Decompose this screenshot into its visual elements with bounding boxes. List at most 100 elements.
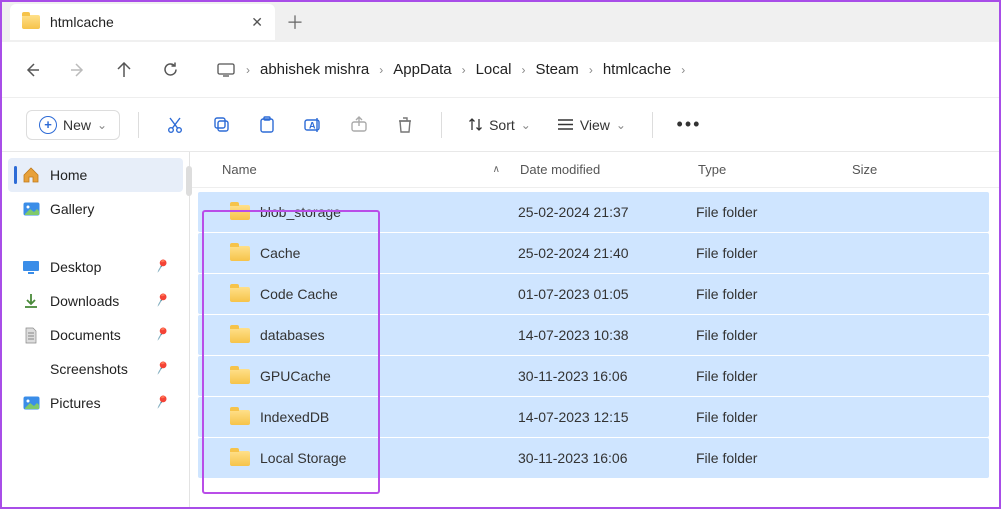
row-type: File folder [696, 286, 850, 302]
up-button[interactable] [114, 60, 134, 80]
new-tab-button[interactable]: ＋ [275, 9, 315, 35]
chevron-right-icon: › [681, 63, 685, 77]
cut-button[interactable] [157, 108, 193, 142]
share-button[interactable] [341, 108, 377, 142]
sidebar-item-label: Pictures [50, 395, 101, 411]
download-icon [22, 292, 40, 310]
row-type: File folder [696, 409, 850, 425]
folder-icon [230, 205, 250, 220]
pin-icon: 📍 [150, 324, 172, 346]
folder-icon [230, 287, 250, 302]
row-type: File folder [696, 368, 850, 384]
new-button[interactable]: + New ⌄ [26, 110, 120, 140]
row-type: File folder [696, 327, 850, 343]
sidebar-item-gallery[interactable]: Gallery [8, 192, 183, 226]
sidebar-item-home[interactable]: Home [8, 158, 183, 192]
crumb-4[interactable]: htmlcache [603, 61, 671, 78]
home-icon [22, 166, 40, 184]
row-date: 14-07-2023 12:15 [518, 409, 696, 425]
more-button[interactable]: ••• [671, 108, 707, 142]
document-icon [22, 326, 40, 344]
sidebar-resize-handle[interactable] [186, 166, 192, 196]
sort-icon [468, 117, 483, 132]
col-date[interactable]: Date modified [510, 162, 688, 177]
delete-button[interactable] [387, 108, 423, 142]
sidebar-item-label: Downloads [50, 293, 119, 309]
refresh-button[interactable] [160, 60, 180, 80]
copy-button[interactable] [203, 108, 239, 142]
chevron-down-icon: ⌄ [97, 118, 107, 132]
row-name: IndexedDB [260, 409, 329, 425]
row-name: Local Storage [260, 450, 346, 466]
pin-icon: 📍 [150, 290, 172, 312]
close-tab-button[interactable]: ✕ [251, 14, 263, 31]
row-name: Cache [260, 245, 300, 261]
table-row[interactable]: IndexedDB 14-07-2023 12:15File folder [198, 397, 989, 437]
sidebar-item-label: Documents [50, 327, 121, 343]
row-name: GPUCache [260, 368, 331, 384]
sidebar-item-desktop[interactable]: Desktop 📍 [8, 250, 183, 284]
pc-icon[interactable] [216, 60, 236, 80]
table-row[interactable]: Cache25-02-2024 21:40File folder [198, 233, 989, 273]
rename-button[interactable]: A [295, 108, 331, 142]
chevron-right-icon: › [521, 63, 525, 77]
chevron-down-icon: ⌄ [616, 118, 626, 132]
table-row[interactable]: GPUCache 30-11-2023 16:06File folder [198, 356, 989, 396]
row-name: blob_storage [260, 204, 341, 220]
chevron-right-icon: › [379, 63, 383, 77]
view-button[interactable]: View ⌄ [549, 112, 634, 138]
row-date: 25-02-2024 21:40 [518, 245, 696, 261]
table-row[interactable]: databases 14-07-2023 10:38File folder [198, 315, 989, 355]
crumb-2[interactable]: Local [476, 61, 512, 78]
row-date: 01-07-2023 01:05 [518, 286, 696, 302]
paste-button[interactable] [249, 108, 285, 142]
tab-title: htmlcache [50, 14, 114, 30]
folder-icon [22, 360, 40, 378]
row-date: 25-02-2024 21:37 [518, 204, 696, 220]
sidebar-item-downloads[interactable]: Downloads 📍 [8, 284, 183, 318]
new-label: New [63, 117, 91, 133]
sidebar-item-documents[interactable]: Documents 📍 [8, 318, 183, 352]
row-date: 30-11-2023 16:06 [518, 368, 696, 384]
row-date: 14-07-2023 10:38 [518, 327, 696, 343]
pin-icon: 📍 [150, 256, 172, 278]
sidebar-item-label: Desktop [50, 259, 101, 275]
chevron-right-icon: › [462, 63, 466, 77]
row-name: databases [260, 327, 325, 343]
sort-button[interactable]: Sort ⌄ [460, 112, 539, 138]
svg-text:A: A [309, 120, 316, 130]
sidebar-item-screenshots[interactable]: Screenshots 📍 [8, 352, 183, 386]
table-row[interactable]: Code Cache01-07-2023 01:05File folder [198, 274, 989, 314]
view-label: View [580, 117, 610, 133]
tab-bar: htmlcache ✕ ＋ [2, 2, 999, 42]
pin-icon: 📍 [150, 358, 172, 380]
separator [441, 112, 442, 138]
forward-button[interactable] [68, 60, 88, 80]
sidebar-item-pictures[interactable]: Pictures 📍 [8, 386, 183, 420]
file-list-pane: Name∧ Date modified Type Size blob_stora… [190, 152, 999, 507]
crumb-1[interactable]: AppData [393, 61, 451, 78]
sidebar: Home Gallery Desktop 📍 Downloads 📍 Docum… [2, 152, 190, 507]
sort-label: Sort [489, 117, 515, 133]
crumb-0[interactable]: abhishek mishra [260, 61, 369, 78]
col-name[interactable]: Name∧ [190, 162, 510, 177]
breadcrumb: › abhishek mishra › AppData › Local › St… [216, 60, 685, 80]
gallery-icon [22, 200, 40, 218]
folder-icon [22, 15, 40, 29]
plus-circle-icon: + [39, 116, 57, 134]
folder-icon [230, 328, 250, 343]
folder-icon [230, 410, 250, 425]
back-button[interactable] [22, 60, 42, 80]
col-size[interactable]: Size [842, 162, 999, 177]
sidebar-item-label: Gallery [50, 201, 94, 217]
picture-icon [22, 394, 40, 412]
tab-active[interactable]: htmlcache ✕ [10, 4, 275, 40]
separator [652, 112, 653, 138]
sidebar-item-label: Screenshots [50, 361, 128, 377]
sidebar-item-label: Home [50, 167, 87, 183]
crumb-3[interactable]: Steam [535, 61, 578, 78]
row-type: File folder [696, 450, 850, 466]
col-type[interactable]: Type [688, 162, 842, 177]
table-row[interactable]: Local Storage30-11-2023 16:06File folder [198, 438, 989, 478]
table-row[interactable]: blob_storage25-02-2024 21:37File folder [198, 192, 989, 232]
